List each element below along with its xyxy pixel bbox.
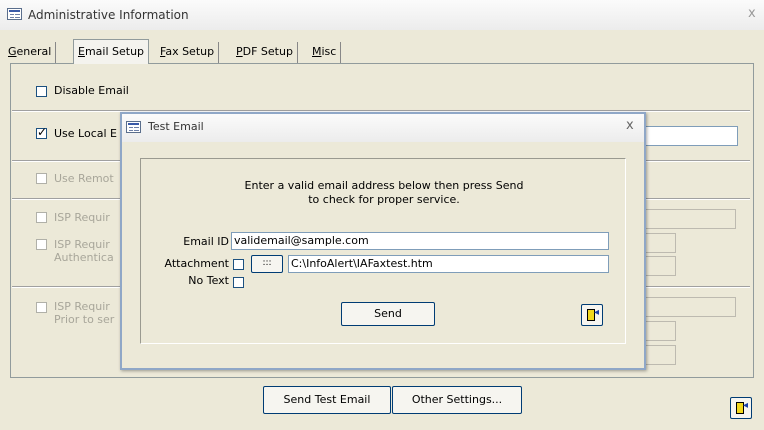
form-icon <box>126 121 141 133</box>
tab-accel: P <box>236 45 243 58</box>
isp-prior-label-1: ISP Requir <box>54 300 110 313</box>
isp-auth-label-1: ISP Requir <box>54 238 110 251</box>
isp-field[interactable] <box>640 209 736 229</box>
tab-accel: M <box>312 45 322 58</box>
tab-accel: E <box>78 45 85 58</box>
tab-label: DF Setup <box>242 45 293 58</box>
attachment-path-input[interactable]: C:\InfoAlert\IAFaxtest.htm <box>288 255 609 273</box>
tab-label: ax Setup <box>165 45 215 58</box>
isp-prior-field-1[interactable] <box>640 297 736 317</box>
isp-auth-checkbox[interactable] <box>36 239 47 250</box>
tab-label: isc <box>321 45 337 58</box>
use-local-checkbox[interactable] <box>36 125 47 139</box>
other-settings-button[interactable]: Other Settings... <box>392 386 522 414</box>
attachment-checkbox[interactable] <box>233 259 244 270</box>
dialog-exit-button[interactable]: ◂ <box>581 304 603 326</box>
local-server-input[interactable] <box>640 126 738 146</box>
use-remote-label: Use Remot <box>54 172 114 185</box>
tab-fax-setup[interactable]: Fax Setup <box>156 42 220 63</box>
disable-email-checkbox[interactable] <box>36 86 47 97</box>
browse-button[interactable]: ::: <box>251 255 283 273</box>
tab-label: mail Setup <box>84 45 145 58</box>
close-form-button[interactable]: ◂ <box>730 397 752 419</box>
use-remote-checkbox[interactable] <box>36 173 47 184</box>
disable-email-label: Disable Email <box>54 84 129 97</box>
tab-accel: G <box>8 45 17 58</box>
isp-auth-label-2: Authentica <box>54 251 114 264</box>
email-id-input[interactable]: validemail@sample.com <box>231 232 609 250</box>
tab-general[interactable]: General <box>4 42 57 63</box>
dialog-title: Test Email <box>148 120 204 133</box>
instruction-line-1: Enter a valid email address below then p… <box>244 179 524 192</box>
email-id-label: Email ID <box>183 235 229 248</box>
instruction-line-2: to check for proper service. <box>308 193 460 206</box>
dialog-titlebar: Test Email x <box>122 114 644 142</box>
isp-require-label: ISP Requir <box>54 211 110 224</box>
tab-label: eneral <box>16 45 52 58</box>
isp-require-checkbox[interactable] <box>36 212 47 223</box>
tab-misc[interactable]: Misc <box>308 42 342 63</box>
no-text-checkbox[interactable] <box>233 277 244 288</box>
tab-email-setup[interactable]: Email Setup <box>73 39 150 64</box>
send-test-email-button[interactable]: Send Test Email <box>263 386 391 414</box>
exit-arrow-icon: ◂ <box>743 400 749 411</box>
tab-pdf-setup[interactable]: PDF Setup <box>232 42 298 63</box>
no-text-label: No Text <box>188 274 229 287</box>
attachment-label: Attachment <box>164 257 230 270</box>
window-title: Administrative Information <box>28 8 189 22</box>
isp-prior-checkbox[interactable] <box>36 302 47 313</box>
window-close-icon[interactable]: x <box>748 6 756 21</box>
isp-prior-label-2: Prior to ser <box>54 313 115 326</box>
main-titlebar: Administrative Information x <box>0 0 764 30</box>
exit-arrow-icon: ◂ <box>594 307 600 318</box>
test-email-dialog: Test Email x Enter a valid email address… <box>120 112 646 370</box>
use-local-label: Use Local E <box>54 127 118 140</box>
form-icon <box>7 8 22 20</box>
send-button[interactable]: Send <box>341 302 435 326</box>
dialog-close-icon[interactable]: x <box>626 118 634 133</box>
dialog-group-box: Enter a valid email address below then p… <box>140 158 626 344</box>
